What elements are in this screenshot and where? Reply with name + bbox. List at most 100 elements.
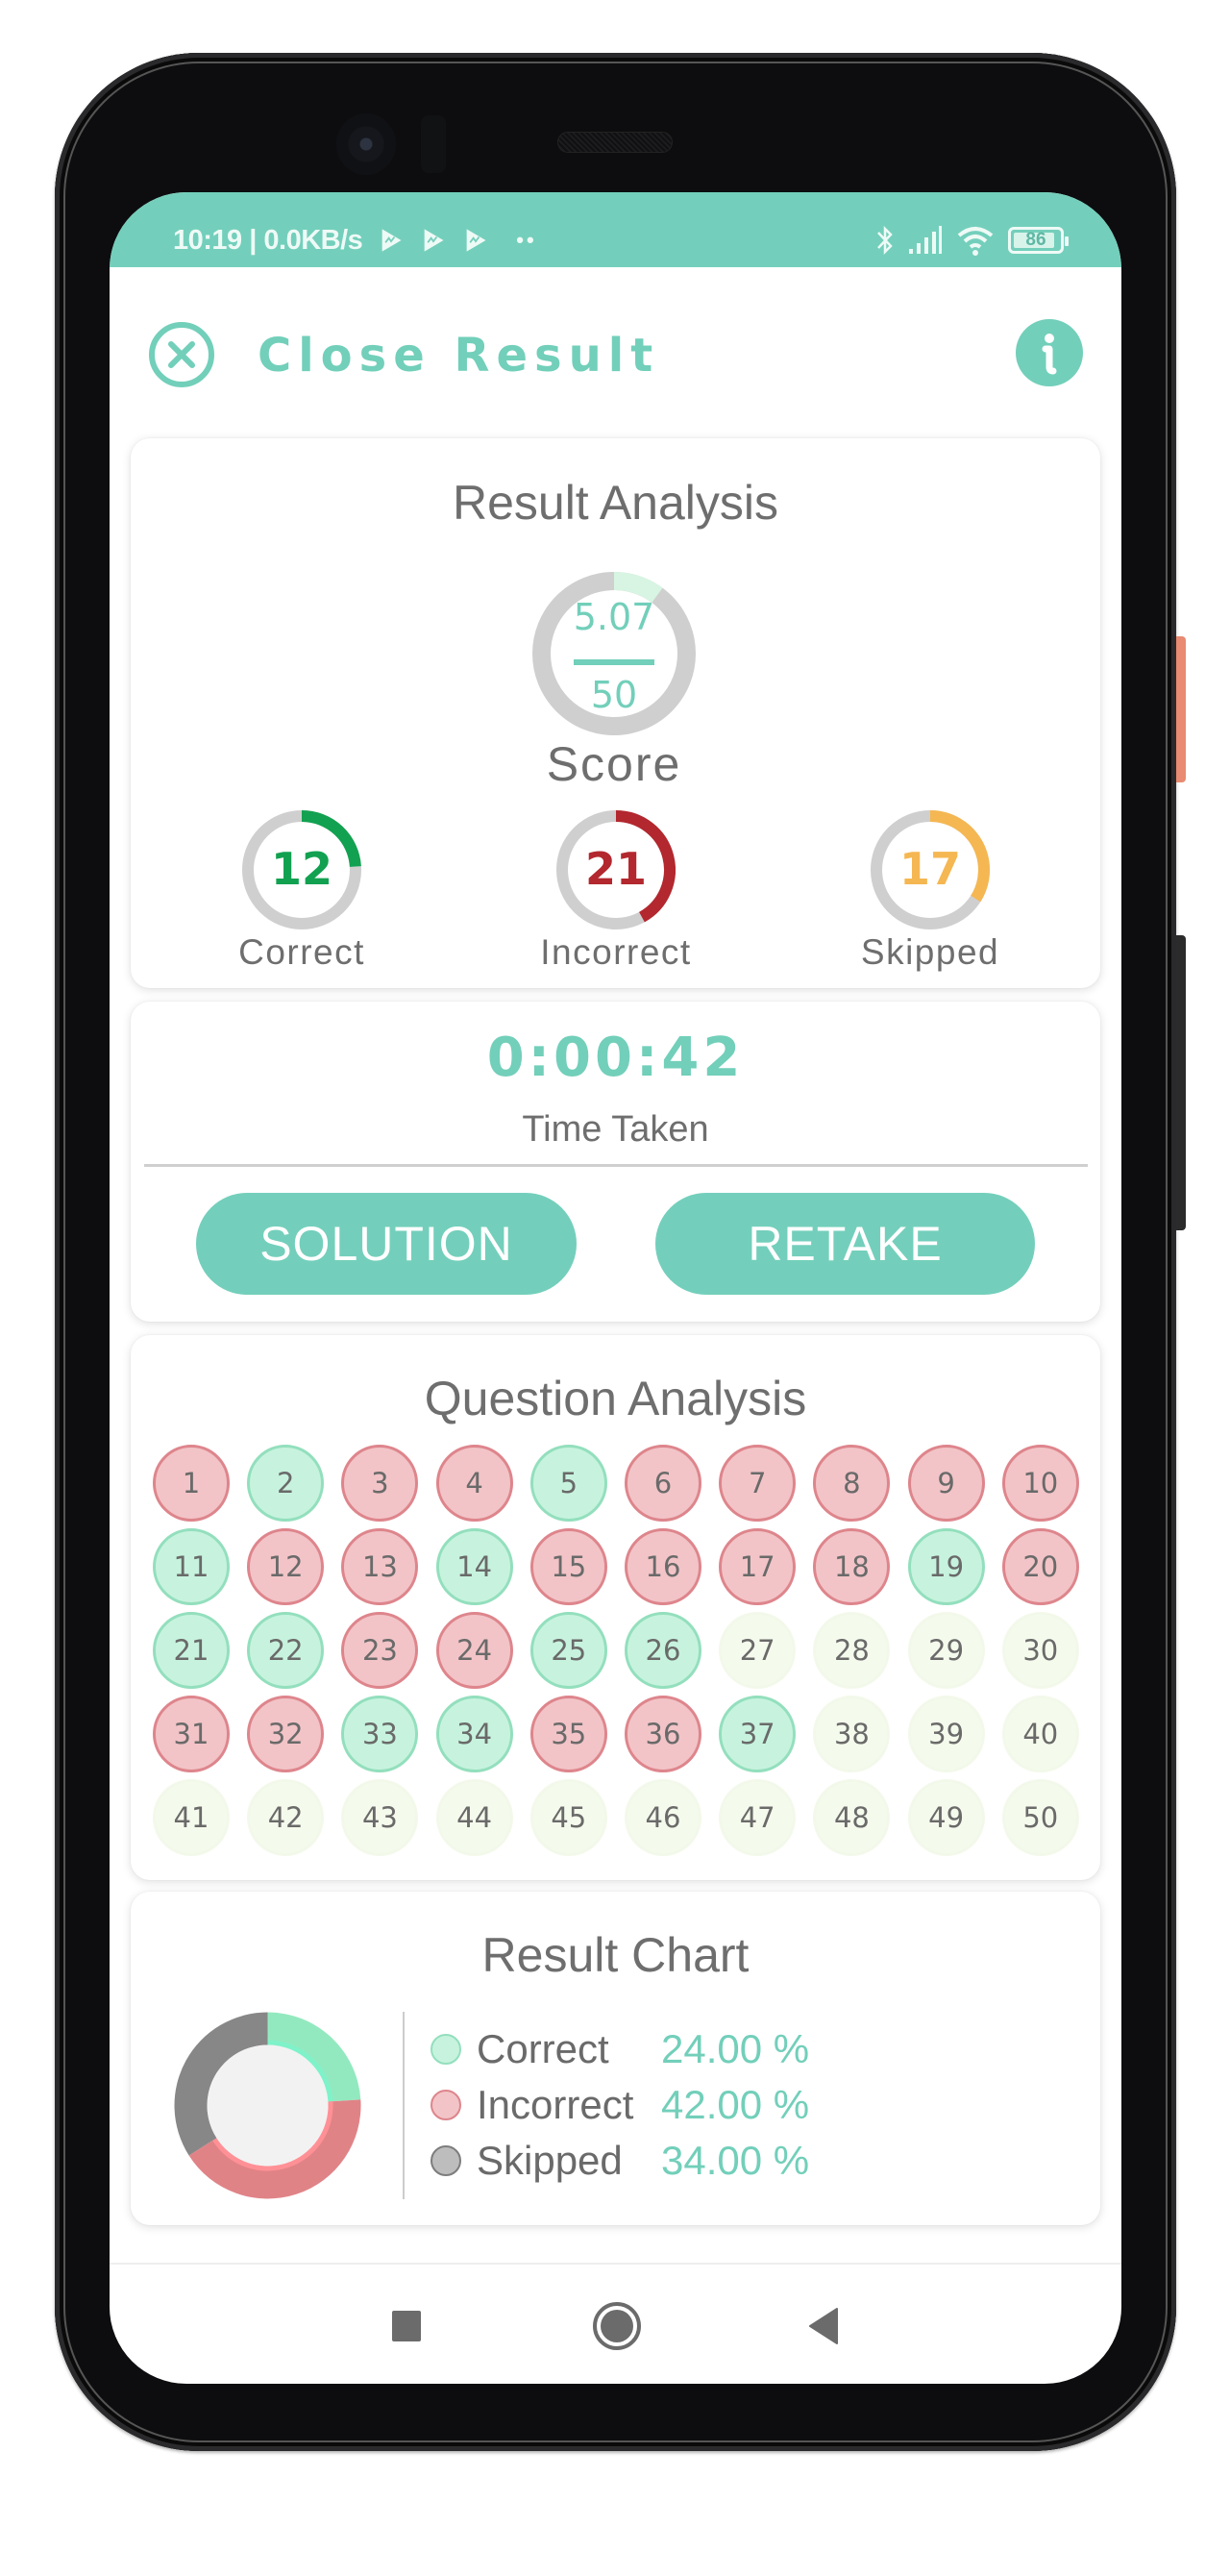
bluetooth-icon — [877, 225, 893, 256]
screen: 10:19 | 0.0KB/s •• 86 Close Result Resul… — [110, 192, 1121, 2384]
question-bubble-incorrect[interactable]: 4 — [435, 1445, 513, 1522]
question-bubble-correct[interactable]: 19 — [907, 1528, 985, 1605]
stat-correct: 12 Correct — [196, 810, 407, 974]
legend-label: Correct — [477, 2026, 609, 2071]
close-result-title[interactable]: Close Result — [258, 327, 659, 384]
play-store-icon — [424, 229, 444, 252]
legend-item-incorrect: Incorrect 42.00 % — [430, 2081, 1007, 2129]
chart-divider — [403, 2012, 405, 2199]
recent-apps-button[interactable] — [378, 2297, 435, 2355]
question-bubble-incorrect[interactable]: 32 — [247, 1696, 325, 1772]
question-bubble-incorrect[interactable]: 20 — [1001, 1528, 1079, 1605]
home-icon — [593, 2302, 641, 2350]
legend-value: 24.00 % — [661, 2026, 810, 2071]
question-bubble-skipped[interactable]: 42 — [247, 1779, 325, 1856]
score-value: 5.07 — [573, 596, 655, 638]
question-bubble-incorrect[interactable]: 35 — [529, 1696, 607, 1772]
question-bubble-skipped[interactable]: 41 — [153, 1779, 230, 1856]
more-notifications-dots: •• — [516, 228, 537, 252]
status-time-speed: 10:19 | 0.0KB/s — [173, 224, 363, 256]
question-grid: 1 2 3 4 5 6 7 8 9 10 11 12 13 14 15 16 17 18 19 20 21 22 23 24 2… — [131, 1335, 1100, 1880]
question-bubble-skipped[interactable]: 44 — [435, 1779, 513, 1856]
question-bubble-skipped[interactable]: 43 — [341, 1779, 419, 1856]
question-bubble-incorrect[interactable]: 15 — [529, 1528, 607, 1605]
question-bubble-incorrect[interactable]: 10 — [1001, 1445, 1079, 1522]
back-button[interactable] — [795, 2297, 852, 2355]
question-bubble-correct[interactable]: 14 — [435, 1528, 513, 1605]
question-bubble-correct[interactable]: 5 — [529, 1445, 607, 1522]
question-bubble-skipped[interactable]: 46 — [625, 1779, 701, 1856]
question-bubble-skipped[interactable]: 28 — [813, 1612, 891, 1689]
status-left: 10:19 | 0.0KB/s •• — [173, 221, 537, 260]
question-bubble-incorrect[interactable]: 24 — [435, 1612, 513, 1689]
question-bubble-skipped[interactable]: 27 — [719, 1612, 797, 1689]
question-bubble-skipped[interactable]: 47 — [719, 1779, 797, 1856]
status-bar: 10:19 | 0.0KB/s •• 86 — [110, 192, 1121, 267]
question-bubble-correct[interactable]: 11 — [153, 1528, 230, 1605]
nav-bar-separator — [110, 2263, 1121, 2265]
battery-level: 86 — [1025, 230, 1046, 250]
question-bubble-skipped[interactable]: 49 — [907, 1779, 985, 1856]
question-bubble-incorrect[interactable]: 3 — [341, 1445, 419, 1522]
question-analysis-card: Question Analysis 1 2 3 4 5 6 7 8 9 10 11 12 13 14 15 1… — [131, 1335, 1100, 1880]
question-bubble-correct[interactable]: 34 — [435, 1696, 513, 1772]
volume-button — [1176, 935, 1186, 1230]
question-bubble-incorrect[interactable]: 6 — [625, 1445, 701, 1522]
question-bubble-incorrect[interactable]: 7 — [719, 1445, 797, 1522]
question-bubble-skipped[interactable]: 45 — [529, 1779, 607, 1856]
back-icon — [809, 2308, 838, 2344]
question-bubble-incorrect[interactable]: 16 — [625, 1528, 701, 1605]
question-bubble-correct[interactable]: 37 — [719, 1696, 797, 1772]
question-bubble-correct[interactable]: 21 — [153, 1612, 230, 1689]
question-bubble-correct[interactable]: 26 — [625, 1612, 701, 1689]
power-button — [1176, 636, 1186, 782]
legend-value: 42.00 % — [661, 2082, 810, 2127]
time-taken-value: 0:00:42 — [486, 1027, 745, 1089]
divider — [144, 1164, 1088, 1167]
question-bubble-incorrect[interactable]: 1 — [153, 1445, 230, 1522]
legend-value: 34.00 % — [661, 2138, 810, 2183]
question-bubble-incorrect[interactable]: 23 — [341, 1612, 419, 1689]
solution-button[interactable]: SOLUTION — [196, 1193, 577, 1295]
question-bubble-skipped[interactable]: 48 — [813, 1779, 891, 1856]
question-bubble-correct[interactable]: 33 — [341, 1696, 419, 1772]
question-bubble-skipped[interactable]: 40 — [1001, 1696, 1079, 1772]
question-bubble-incorrect[interactable]: 31 — [153, 1696, 230, 1772]
question-bubble-incorrect[interactable]: 17 — [719, 1528, 797, 1605]
info-icon[interactable] — [1016, 319, 1083, 386]
question-bubble-correct[interactable]: 22 — [247, 1612, 325, 1689]
legend-item-correct: Correct 24.00 % — [430, 2025, 1007, 2073]
question-bubble-incorrect[interactable]: 9 — [907, 1445, 985, 1522]
skipped-count: 17 — [898, 843, 961, 895]
question-bubble-correct[interactable]: 2 — [247, 1445, 325, 1522]
result-chart-title: Result Chart — [481, 1928, 750, 1982]
question-bubble-incorrect[interactable]: 8 — [813, 1445, 891, 1522]
question-bubble-correct[interactable]: 25 — [529, 1612, 607, 1689]
score-label: Score — [546, 737, 682, 791]
question-bubble-skipped[interactable]: 39 — [907, 1696, 985, 1772]
home-button[interactable] — [588, 2297, 646, 2355]
battery-icon: 86 — [1008, 227, 1069, 254]
question-bubble-skipped[interactable]: 50 — [1001, 1779, 1079, 1856]
skipped-label: Skipped — [860, 932, 1000, 972]
question-bubble-skipped[interactable]: 30 — [1001, 1612, 1079, 1689]
earpiece-speaker — [557, 132, 673, 153]
question-bubble-skipped[interactable]: 38 — [813, 1696, 891, 1772]
question-bubble-incorrect[interactable]: 36 — [625, 1696, 701, 1772]
close-circle-icon[interactable] — [148, 321, 215, 388]
legend-dot-correct — [430, 2034, 461, 2065]
app-header: Close Result — [110, 298, 1121, 413]
question-bubble-incorrect[interactable]: 13 — [341, 1528, 419, 1605]
question-bubble-skipped[interactable]: 29 — [907, 1612, 985, 1689]
recent-apps-icon — [392, 2311, 421, 2341]
retake-button[interactable]: RETAKE — [655, 1193, 1035, 1295]
front-camera — [336, 113, 396, 175]
question-bubble-incorrect[interactable]: 18 — [813, 1528, 891, 1605]
result-analysis-card: Result Analysis 5.07 50 Score 12 Correct… — [131, 438, 1100, 988]
result-donut-chart — [174, 2012, 361, 2199]
score-fraction-line — [574, 659, 654, 665]
result-chart-card: Result Chart Correct 24.00 % Incorrect 4… — [131, 1892, 1100, 2225]
score-max: 50 — [590, 674, 638, 716]
question-bubble-incorrect[interactable]: 12 — [247, 1528, 325, 1605]
wifi-icon — [957, 227, 994, 256]
